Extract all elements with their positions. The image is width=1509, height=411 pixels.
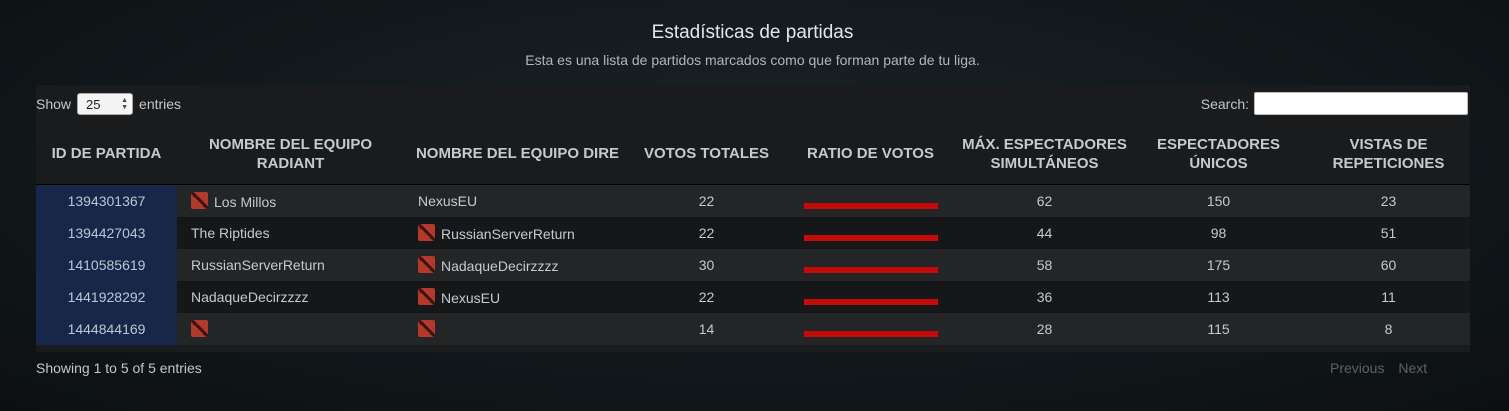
radiant-team-cell: Los Millos <box>177 184 404 217</box>
entries-label: entries <box>139 96 182 112</box>
previous-button[interactable]: Previous <box>1330 360 1384 376</box>
col-dire-team-header[interactable]: NOMBRE DEL EQUIPO DIRE <box>404 123 631 185</box>
total-votes-cell: 30 <box>631 249 782 281</box>
radiant-team-cell <box>177 313 404 345</box>
unique-spectators-cell: 115 <box>1130 313 1307 345</box>
table-info: Showing 1 to 5 of 5 entries <box>36 360 202 376</box>
radiant-team-cell: The Riptides <box>177 217 404 249</box>
spinner-arrows-icon: ▲ ▼ <box>121 97 129 111</box>
max-spectators-cell: 28 <box>959 313 1130 345</box>
unique-spectators-cell: 98 <box>1130 217 1307 249</box>
vote-ratio-bar <box>803 330 938 337</box>
max-spectators-cell: 58 <box>959 249 1130 281</box>
total-votes-cell: 22 <box>631 184 782 217</box>
max-spectators-cell: 36 <box>959 281 1130 313</box>
next-button[interactable]: Next <box>1398 360 1427 376</box>
dire-team-cell <box>404 313 631 345</box>
radiant-team-name[interactable]: The Riptides <box>191 225 270 241</box>
show-label: Show <box>36 96 72 112</box>
replay-views-cell: 60 <box>1307 249 1470 281</box>
page-size-control: Show 25 ▲ ▼ entries <box>36 93 181 115</box>
radiant-team-name[interactable]: NadaqueDecirzzzz <box>191 289 309 305</box>
total-votes-cell: 22 <box>631 281 782 313</box>
vote-ratio-cell <box>782 313 959 345</box>
dota-icon <box>418 224 435 241</box>
radiant-team-name[interactable]: Los Millos <box>214 194 276 210</box>
dota-icon <box>191 192 208 209</box>
col-unique-spectators-header[interactable]: ESPECTADORES ÚNICOS <box>1130 123 1307 185</box>
matches-table: ID DE PARTIDA NOMBRE DEL EQUIPO RADIANT NO… <box>36 123 1470 345</box>
dota-icon <box>418 320 435 337</box>
dire-team-name[interactable]: RussianServerReturn <box>441 226 575 242</box>
radiant-team-cell: RussianServerReturn <box>177 249 404 281</box>
col-match-id-header[interactable]: ID DE PARTIDA <box>36 123 177 185</box>
search-input[interactable] <box>1254 92 1468 115</box>
match-stats-panel: Show 25 ▲ ▼ entries Search: ID DE PARTIDA… <box>36 85 1470 352</box>
col-vote-ratio-header[interactable]: RATIO DE VOTOS <box>782 123 959 185</box>
replay-views-cell: 8 <box>1307 313 1470 345</box>
dota-icon <box>418 288 435 305</box>
unique-spectators-cell: 150 <box>1130 184 1307 217</box>
match-id-cell[interactable]: 1441928292 <box>36 281 177 313</box>
unique-spectators-cell: 175 <box>1130 249 1307 281</box>
max-spectators-cell: 44 <box>959 217 1130 249</box>
vote-ratio-cell <box>782 281 959 313</box>
dire-team-name[interactable]: NexusEU <box>441 290 500 306</box>
replay-views-cell: 51 <box>1307 217 1470 249</box>
match-id-cell[interactable]: 1394301367 <box>36 184 177 217</box>
page-subtitle: Esta es una lista de partidos marcados c… <box>525 52 980 68</box>
replay-views-cell: 23 <box>1307 184 1470 217</box>
max-spectators-cell: 62 <box>959 184 1130 217</box>
col-radiant-team-header[interactable]: NOMBRE DEL EQUIPO RADIANT <box>177 123 404 185</box>
table-row[interactable]: 1444844169 14 28 115 8 <box>36 313 1470 345</box>
table-row[interactable]: 1410585619 RussianServerReturn NadaqueDeci… <box>36 249 1470 281</box>
page-size-value: 25 <box>86 96 101 112</box>
col-replay-views-header[interactable]: VISTAS DE REPETICIONES <box>1307 123 1470 185</box>
vote-ratio-cell <box>782 184 959 217</box>
search-control: Search: <box>1201 92 1468 115</box>
dota-icon <box>418 256 435 273</box>
total-votes-cell: 22 <box>631 217 782 249</box>
match-id-cell[interactable]: 1394427043 <box>36 217 177 249</box>
match-id-cell[interactable]: 1444844169 <box>36 313 177 345</box>
dire-team-cell: NadaqueDecirzzzz <box>404 249 631 281</box>
match-id-cell[interactable]: 1410585619 <box>36 249 177 281</box>
table-row[interactable]: 1394427043 The Riptides RussianServerRetur… <box>36 217 1470 249</box>
dire-team-name[interactable]: NadaqueDecirzzzz <box>441 258 559 274</box>
table-row[interactable]: 1394301367 Los Millos NexusEU 22 62 150 23 <box>36 184 1470 217</box>
table-body: 1394301367 Los Millos NexusEU 22 62 150 23 1394… <box>36 184 1470 345</box>
dire-team-name[interactable]: NexusEU <box>418 193 477 209</box>
total-votes-cell: 14 <box>631 313 782 345</box>
vote-ratio-bar <box>803 234 938 241</box>
col-total-votes-header[interactable]: VOTOS TOTALES <box>631 123 782 185</box>
unique-spectators-cell: 113 <box>1130 281 1307 313</box>
vote-ratio-cell <box>782 217 959 249</box>
replay-views-cell: 11 <box>1307 281 1470 313</box>
dota-icon <box>191 320 208 337</box>
vote-ratio-cell <box>782 249 959 281</box>
page-size-select[interactable]: 25 ▲ ▼ <box>77 93 134 115</box>
pagination: Previous Next <box>1330 360 1437 376</box>
table-header-row: ID DE PARTIDA NOMBRE DEL EQUIPO RADIANT NO… <box>36 123 1470 185</box>
search-label: Search: <box>1200 95 1249 112</box>
vote-ratio-bar <box>803 266 938 273</box>
radiant-team-cell: NadaqueDecirzzzz <box>177 281 404 313</box>
dire-team-cell: NexusEU <box>404 281 631 313</box>
dire-team-cell: NexusEU <box>404 184 631 217</box>
table-row[interactable]: 1441928292 NadaqueDecirzzzz NexusEU 22 36 113… <box>36 281 1470 313</box>
page-title: Estadísticas de partidas <box>651 22 854 43</box>
dire-team-cell: RussianServerReturn <box>404 217 631 249</box>
col-max-spectators-header[interactable]: MÁX. ESPECTADORES SIMULTÁNEOS <box>959 123 1130 185</box>
radiant-team-name[interactable]: RussianServerReturn <box>191 257 325 273</box>
vote-ratio-bar <box>803 298 938 305</box>
vote-ratio-bar <box>803 202 938 209</box>
